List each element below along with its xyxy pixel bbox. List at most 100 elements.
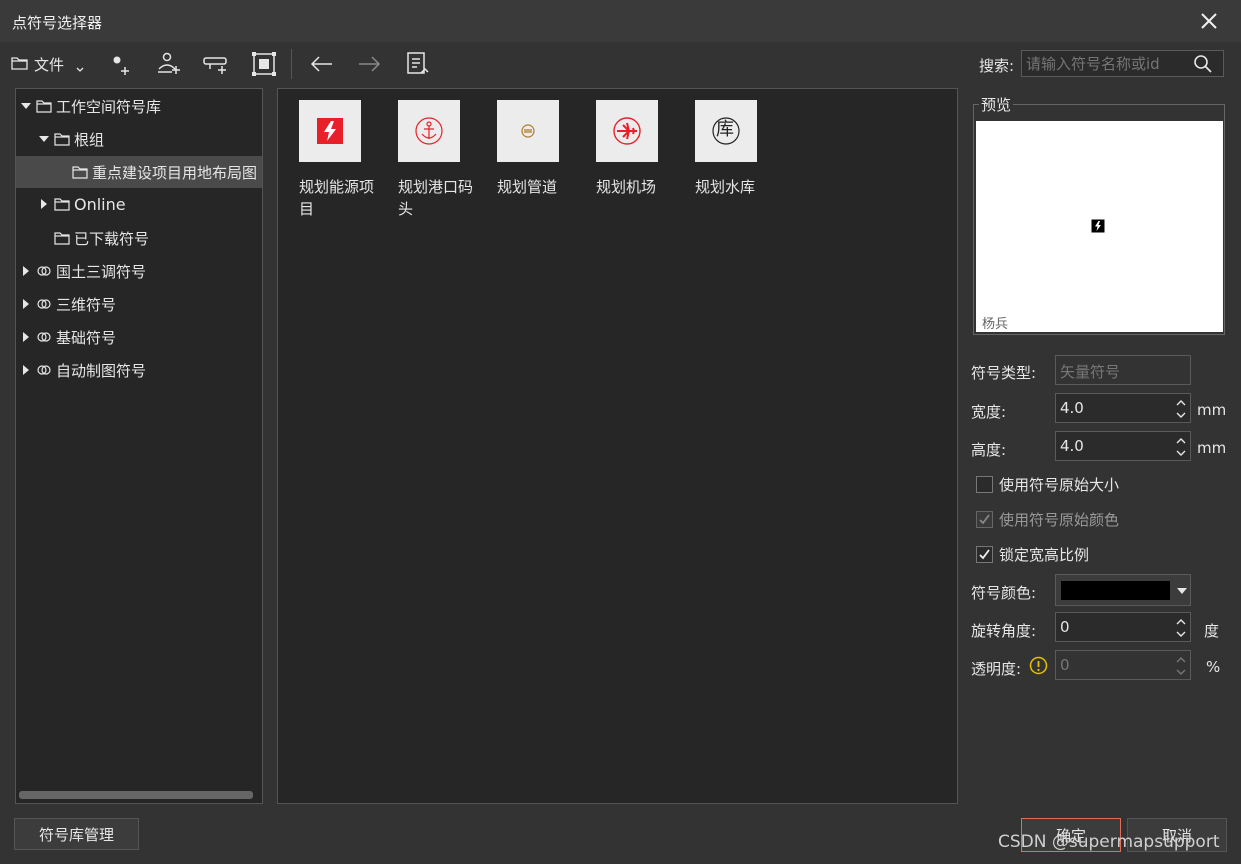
symbol-label: 规划港口码头 bbox=[398, 178, 474, 218]
link-library-icon bbox=[37, 266, 51, 276]
original-size-checkbox[interactable] bbox=[976, 475, 993, 493]
reservoir-glyph: 库 bbox=[716, 119, 734, 140]
symbol-library-tree[interactable]: 工作空间符号库 根组 重点建设项目用地布局图 Online 已下载符号 国土三调… bbox=[15, 88, 263, 804]
tree-item-workspace-library[interactable]: 工作空间符号库 bbox=[16, 90, 262, 122]
symbol-color-label: 符号颜色: bbox=[971, 584, 1037, 602]
pipe-icon bbox=[521, 124, 535, 138]
symbol-label: 规划管道 bbox=[497, 178, 558, 196]
symbol-thumbnail[interactable] bbox=[497, 100, 559, 162]
manage-library-button[interactable]: 符号库管理 bbox=[14, 818, 139, 850]
preview-energy-icon bbox=[1091, 219, 1105, 233]
width-spin-arrows[interactable] bbox=[1175, 397, 1187, 421]
symbol-thumbnail[interactable] bbox=[596, 100, 658, 162]
tree-item-online[interactable]: Online bbox=[16, 188, 262, 220]
height-unit: mm bbox=[1197, 439, 1227, 457]
file-menu-folder-icon[interactable] bbox=[11, 55, 29, 71]
symbol-item[interactable]: 库 规划水库 bbox=[695, 100, 775, 198]
rotation-spin-arrows[interactable] bbox=[1175, 616, 1187, 640]
window-title: 点符号选择器 bbox=[12, 14, 103, 32]
add-point-symbol-icon[interactable] bbox=[108, 51, 134, 77]
tree-item-basic[interactable]: 基础符号 bbox=[16, 321, 262, 353]
title-bar bbox=[0, 0, 1241, 42]
forward-arrow-icon[interactable] bbox=[356, 51, 382, 77]
symbol-label: 规划水库 bbox=[695, 178, 756, 196]
height-spinbox[interactable]: 4.0 bbox=[1055, 431, 1191, 461]
lock-ratio-checkbox[interactable] bbox=[976, 545, 993, 563]
link-library-icon bbox=[37, 299, 51, 309]
fit-frame-icon[interactable] bbox=[251, 51, 277, 77]
warning-icon bbox=[1029, 656, 1048, 675]
tree-item-land-survey[interactable]: 国土三调符号 bbox=[16, 255, 262, 287]
rotation-unit: 度 bbox=[1204, 622, 1220, 640]
tree-item-auto-mapping[interactable]: 自动制图符号 bbox=[16, 354, 262, 386]
dropdown-arrow-icon bbox=[1177, 588, 1187, 594]
opacity-unit: % bbox=[1206, 658, 1221, 676]
tree-horizontal-scrollbar[interactable] bbox=[19, 791, 253, 799]
energy-icon bbox=[317, 118, 343, 144]
original-color-checkbox-row: 使用符号原始颜色 bbox=[976, 509, 1119, 529]
close-button[interactable] bbox=[1196, 8, 1222, 34]
add-user-symbol-icon[interactable] bbox=[156, 51, 182, 77]
lock-ratio-label: 锁定宽高比例 bbox=[999, 545, 1090, 564]
symbol-list-icon[interactable] bbox=[405, 51, 431, 77]
original-color-checkbox bbox=[976, 510, 993, 528]
width-label: 宽度: bbox=[971, 403, 1007, 421]
folder-icon bbox=[54, 133, 70, 146]
tree-item-label: 重点建设项目用地布局图 bbox=[92, 163, 258, 182]
watermark: CSDN @supermapsupport bbox=[998, 832, 1220, 852]
tree-item-label: 根组 bbox=[74, 130, 105, 149]
symbol-thumbnail[interactable] bbox=[299, 100, 361, 162]
add-line-symbol-icon[interactable] bbox=[202, 51, 228, 77]
airplane-icon bbox=[613, 117, 641, 145]
folder-icon bbox=[72, 166, 88, 179]
width-spinbox[interactable]: 4.0 bbox=[1055, 393, 1191, 423]
link-library-icon bbox=[37, 365, 51, 375]
rotation-spinbox[interactable]: 0 bbox=[1055, 612, 1191, 642]
symbol-item[interactable]: 规划能源项目 bbox=[299, 100, 379, 220]
tree-item-3d[interactable]: 三维符号 bbox=[16, 288, 262, 320]
symbol-item[interactable]: 规划管道 bbox=[497, 100, 577, 198]
file-menu-label[interactable]: 文件 bbox=[34, 54, 64, 75]
tree-item-label: 国土三调符号 bbox=[56, 262, 147, 281]
tree-item-root-group[interactable]: 根组 bbox=[16, 123, 262, 155]
symbol-color-picker[interactable] bbox=[1055, 574, 1191, 606]
caret-right-icon bbox=[41, 199, 47, 209]
tree-item-downloaded[interactable]: 已下载符号 bbox=[16, 222, 262, 254]
opacity-spinbox: 0 bbox=[1055, 650, 1191, 680]
original-size-checkbox-row[interactable]: 使用符号原始大小 bbox=[976, 474, 1119, 494]
tree-item-key-project-layout[interactable]: 重点建设项目用地布局图 bbox=[16, 156, 262, 188]
symbol-item[interactable]: 规划机场 bbox=[596, 100, 676, 198]
caret-right-icon bbox=[23, 299, 29, 309]
search-icon[interactable] bbox=[1193, 54, 1213, 74]
anchor-icon bbox=[415, 117, 443, 145]
check-icon bbox=[979, 513, 990, 524]
tree-item-label: 自动制图符号 bbox=[56, 361, 147, 380]
back-arrow-icon[interactable] bbox=[309, 51, 335, 77]
close-icon bbox=[1201, 13, 1217, 29]
symbol-type-field: 矢量符号 bbox=[1055, 355, 1191, 385]
symbol-thumbnail[interactable] bbox=[398, 100, 460, 162]
symbol-thumbnail[interactable]: 库 bbox=[695, 100, 757, 162]
opacity-label: 透明度: bbox=[971, 660, 1022, 678]
tree-item-label: Online bbox=[74, 194, 126, 214]
tree-item-label: 三维符号 bbox=[56, 295, 117, 314]
rotation-label: 旋转角度: bbox=[971, 622, 1037, 640]
lock-ratio-checkbox-row[interactable]: 锁定宽高比例 bbox=[976, 544, 1089, 564]
tree-item-label: 基础符号 bbox=[56, 328, 117, 347]
height-label: 高度: bbox=[971, 441, 1007, 459]
check-icon bbox=[979, 548, 990, 559]
original-color-label: 使用符号原始颜色 bbox=[999, 510, 1120, 529]
caret-right-icon bbox=[23, 266, 29, 276]
color-swatch[interactable] bbox=[1061, 581, 1170, 600]
symbol-label: 规划能源项目 bbox=[299, 178, 375, 218]
preview-legend: 预览 bbox=[979, 94, 1014, 115]
folder-icon bbox=[36, 100, 52, 113]
chevron-down-icon[interactable] bbox=[75, 60, 85, 72]
tree-item-label: 已下载符号 bbox=[74, 229, 150, 248]
height-spin-arrows[interactable] bbox=[1175, 435, 1187, 459]
tree-item-label: 工作空间符号库 bbox=[56, 97, 162, 116]
caret-right-icon bbox=[23, 332, 29, 342]
toolbar-separator bbox=[291, 49, 292, 79]
symbol-item[interactable]: 规划港口码头 bbox=[398, 100, 478, 220]
folder-icon bbox=[54, 232, 70, 245]
